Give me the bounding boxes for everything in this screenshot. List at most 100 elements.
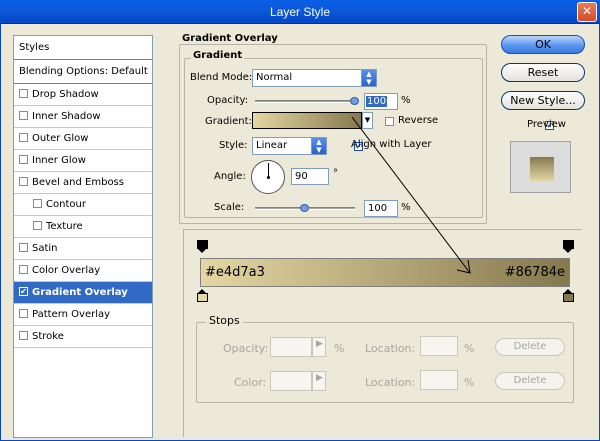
style-item-gradient-overlay[interactable]: ✔ Gradient Overlay bbox=[14, 282, 152, 304]
style-item-label: Drop Shadow bbox=[32, 89, 99, 100]
angle-dial[interactable] bbox=[251, 160, 285, 194]
preview-swatch bbox=[530, 157, 554, 181]
stops-title: Stops bbox=[206, 314, 243, 327]
style-item-label: Inner Glow bbox=[32, 155, 86, 166]
color-stop-left[interactable] bbox=[197, 289, 208, 303]
opacity-unit: % bbox=[401, 95, 411, 106]
color-stop-right[interactable] bbox=[563, 289, 574, 303]
style-item-label: Bevel and Emboss bbox=[32, 177, 124, 188]
style-item-label: Gradient Overlay bbox=[32, 287, 128, 298]
ok-button[interactable]: OK bbox=[501, 35, 585, 54]
stop-color-arrow[interactable]: ▶ bbox=[312, 371, 326, 391]
stop-opacity-location-input[interactable] bbox=[420, 336, 458, 356]
close-button[interactable]: ✕ bbox=[577, 2, 597, 22]
style-item-contour[interactable]: Contour bbox=[14, 194, 152, 216]
style-item-label: Stroke bbox=[32, 331, 64, 342]
angle-input[interactable]: 90 bbox=[291, 168, 329, 185]
updown-arrow-icon: ▲ ▼ bbox=[361, 70, 376, 86]
style-checkbox[interactable] bbox=[19, 88, 28, 98]
section-title: Gradient Overlay bbox=[182, 33, 278, 44]
stop-opacity-label: Opacity: bbox=[223, 342, 269, 355]
style-checkbox[interactable] bbox=[33, 198, 42, 208]
preview-label: Preview bbox=[527, 119, 566, 130]
reset-button[interactable]: Reset bbox=[501, 63, 585, 82]
dropdown-arrow-icon: ▼ bbox=[364, 116, 371, 124]
stop-color-location-unit: % bbox=[464, 376, 475, 389]
opacity-slider-track[interactable] bbox=[255, 100, 355, 103]
style-item-inner-glow[interactable]: Inner Glow bbox=[14, 150, 152, 172]
style-checkbox[interactable] bbox=[19, 330, 28, 340]
blend-mode-value: Normal bbox=[256, 72, 293, 83]
style-item-label: Color Overlay bbox=[32, 265, 101, 276]
style-checkbox[interactable] bbox=[33, 220, 42, 230]
stop-opacity-unit: % bbox=[334, 342, 345, 355]
style-item-texture[interactable]: Texture bbox=[14, 216, 152, 238]
opacity-label: Opacity: bbox=[207, 95, 249, 106]
stop-color-location-label: Location: bbox=[365, 376, 416, 389]
opacity-value: 100 bbox=[366, 96, 388, 107]
style-item-label: Outer Glow bbox=[32, 133, 89, 144]
gradient-label: Gradient: bbox=[205, 116, 252, 127]
style-value: Linear bbox=[256, 140, 288, 151]
align-label: Align with Layer bbox=[351, 139, 432, 150]
style-item-inner-shadow[interactable]: Inner Shadow bbox=[14, 106, 152, 128]
style-select[interactable]: Linear ▲ ▼ bbox=[252, 137, 327, 155]
style-checkbox[interactable] bbox=[19, 242, 28, 252]
style-checkbox[interactable] bbox=[19, 308, 28, 318]
styles-header[interactable]: Styles bbox=[14, 36, 152, 60]
style-item-satin[interactable]: Satin bbox=[14, 238, 152, 260]
style-checkbox[interactable]: ✔ bbox=[19, 286, 28, 296]
stop-color-label: Color: bbox=[234, 376, 267, 389]
style-item-label: Contour bbox=[46, 199, 86, 210]
reverse-checkbox[interactable] bbox=[385, 116, 394, 126]
style-item-label: Inner Shadow bbox=[32, 111, 101, 122]
delete-opacity-stop-button[interactable]: Delete bbox=[495, 338, 565, 356]
updown-arrow-icon: ▲ ▼ bbox=[311, 138, 326, 154]
style-checkbox[interactable] bbox=[19, 264, 28, 274]
reverse-label: Reverse bbox=[398, 115, 439, 126]
gradient-dropdown-button[interactable]: ▼ bbox=[362, 112, 373, 129]
play-arrow-icon: ▶ bbox=[316, 373, 323, 383]
scale-slider-thumb[interactable] bbox=[300, 204, 309, 212]
delete-color-stop-button[interactable]: Delete bbox=[495, 372, 565, 390]
style-item-pattern-overlay[interactable]: Pattern Overlay bbox=[14, 304, 152, 326]
opacity-input[interactable]: 100 bbox=[364, 93, 398, 110]
gradient-swatch[interactable] bbox=[252, 112, 362, 129]
style-item-drop-shadow[interactable]: Drop Shadow bbox=[14, 84, 152, 106]
blending-options-item[interactable]: Blending Options: Default bbox=[14, 60, 152, 84]
end-color-text: #86784e bbox=[504, 265, 565, 280]
style-checkbox[interactable] bbox=[19, 132, 28, 142]
stop-opacity-location-unit: % bbox=[464, 342, 475, 355]
style-label: Style: bbox=[219, 140, 248, 151]
style-item-bevel-and-emboss[interactable]: Bevel and Emboss bbox=[14, 172, 152, 194]
style-item-label: Satin bbox=[32, 243, 58, 254]
scale-input[interactable]: 100 bbox=[364, 200, 398, 217]
stop-opacity-input[interactable] bbox=[270, 337, 312, 357]
opacity-stop-right[interactable] bbox=[563, 240, 574, 254]
new-style-button[interactable]: New Style... bbox=[501, 91, 585, 110]
scale-unit: % bbox=[401, 202, 411, 213]
style-checkbox[interactable] bbox=[19, 176, 28, 186]
opacity-slider-thumb[interactable] bbox=[350, 97, 359, 105]
gradient-bar[interactable]: #e4d7a3 #86784e bbox=[200, 258, 570, 287]
close-icon: ✕ bbox=[581, 4, 593, 18]
preview-box bbox=[510, 141, 571, 193]
stop-color-location-input[interactable] bbox=[420, 370, 458, 390]
style-item-stroke[interactable]: Stroke bbox=[14, 326, 152, 348]
stop-color-swatch[interactable] bbox=[270, 371, 312, 391]
window-title: Layer Style bbox=[269, 5, 331, 19]
angle-unit: ° bbox=[333, 168, 338, 179]
stop-opacity-arrow[interactable]: ▶ bbox=[312, 337, 326, 357]
stop-opacity-location-label: Location: bbox=[365, 342, 416, 355]
style-checkbox[interactable] bbox=[19, 110, 28, 120]
scale-label: Scale: bbox=[214, 202, 245, 213]
style-item-label: Pattern Overlay bbox=[32, 309, 111, 320]
play-arrow-icon: ▶ bbox=[316, 339, 323, 349]
style-checkbox[interactable] bbox=[19, 154, 28, 164]
style-item-outer-glow[interactable]: Outer Glow bbox=[14, 128, 152, 150]
blend-mode-label: Blend Mode: bbox=[190, 72, 253, 83]
opacity-stop-left[interactable] bbox=[197, 240, 208, 254]
angle-dial-center bbox=[267, 176, 270, 179]
blend-mode-select[interactable]: Normal ▲ ▼ bbox=[252, 69, 377, 87]
style-item-color-overlay[interactable]: Color Overlay bbox=[14, 260, 152, 282]
